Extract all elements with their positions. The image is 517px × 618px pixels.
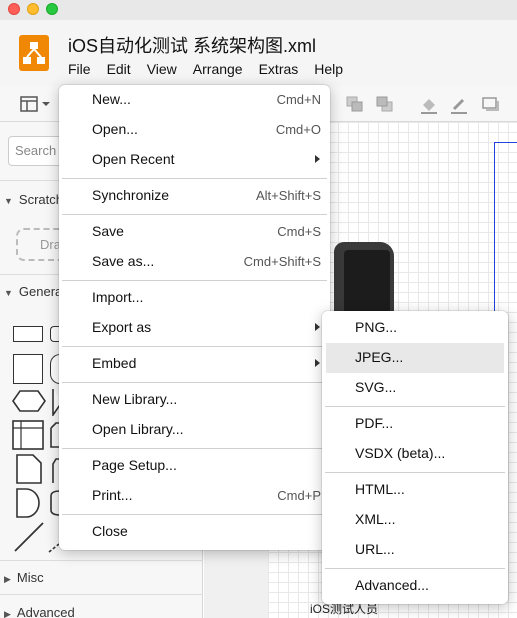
- submenu-arrow-icon: [315, 155, 320, 163]
- fill-color-icon[interactable]: [420, 96, 438, 117]
- menu-item-new-library[interactable]: New Library...: [59, 385, 330, 415]
- submenu-arrow-icon: [315, 359, 320, 367]
- menu-separator: [62, 280, 327, 281]
- menubar: File Edit View Arrange Extras Help: [68, 61, 359, 77]
- export-item-svg[interactable]: SVG...: [322, 373, 508, 403]
- menu-help[interactable]: Help: [314, 61, 343, 77]
- menu-separator: [325, 568, 505, 569]
- menu-extras[interactable]: Extras: [259, 61, 299, 77]
- menu-item-close[interactable]: Close: [59, 517, 330, 547]
- menu-separator: [62, 178, 327, 179]
- delay-shape[interactable]: [16, 488, 40, 521]
- section-advanced[interactable]: ▶ Advanced: [4, 605, 75, 618]
- window-titlebar: [0, 0, 517, 20]
- menu-item-save-as[interactable]: Save as... Cmd+Shift+S: [59, 247, 330, 277]
- submenu-arrow-icon: [315, 323, 320, 331]
- to-back-icon[interactable]: [376, 96, 394, 115]
- menu-item-embed[interactable]: Embed: [59, 349, 330, 379]
- menu-item-export-as[interactable]: Export as: [59, 313, 330, 343]
- section-misc[interactable]: ▶ Misc: [4, 570, 44, 585]
- export-item-vsdx[interactable]: VSDX (beta)...: [322, 439, 508, 469]
- menu-separator: [325, 406, 505, 407]
- file-menu: New... Cmd+N Open... Cmd+O Open Recent Syn…: [59, 85, 330, 550]
- to-front-icon[interactable]: [346, 96, 364, 115]
- menu-file[interactable]: File: [68, 61, 91, 77]
- line-color-icon[interactable]: [450, 96, 468, 117]
- menu-edit[interactable]: Edit: [107, 61, 131, 77]
- menu-separator: [62, 346, 327, 347]
- menu-item-open-library[interactable]: Open Library...: [59, 415, 330, 445]
- menu-item-page-setup[interactable]: Page Setup...: [59, 451, 330, 481]
- section-general[interactable]: ▼ General: [4, 284, 65, 299]
- menu-separator: [62, 448, 327, 449]
- line-shape[interactable]: [14, 522, 44, 555]
- minimize-window-button[interactable]: [27, 3, 39, 15]
- document-shape[interactable]: [16, 454, 42, 487]
- menu-item-save[interactable]: Save Cmd+S: [59, 217, 330, 247]
- export-item-advanced[interactable]: Advanced...: [322, 571, 508, 601]
- export-as-submenu: PNG... JPEG... SVG... PDF... VSDX (beta)…: [322, 311, 508, 604]
- menu-separator: [62, 514, 327, 515]
- app-header: iOS自动化测试 系统架构图.xml File Edit View Arrang…: [0, 20, 517, 86]
- menu-item-print[interactable]: Print... Cmd+P: [59, 481, 330, 511]
- divider: [0, 560, 203, 561]
- menu-separator: [62, 214, 327, 215]
- shadow-icon[interactable]: [482, 96, 500, 115]
- layout-panels-icon[interactable]: [20, 96, 50, 115]
- iphone-shape[interactable]: [334, 242, 394, 322]
- menu-view[interactable]: View: [147, 61, 177, 77]
- document-title[interactable]: iOS自动化测试 系统架构图.xml: [68, 32, 316, 58]
- hexagon-shape[interactable]: [12, 390, 46, 415]
- menu-item-new[interactable]: New... Cmd+N: [59, 85, 330, 115]
- export-item-pdf[interactable]: PDF...: [322, 409, 508, 439]
- export-item-xml[interactable]: XML...: [322, 505, 508, 535]
- rectangle-shape[interactable]: [13, 326, 43, 342]
- divider: [0, 594, 203, 595]
- drawio-logo-icon: [19, 35, 49, 71]
- close-window-button[interactable]: [8, 3, 20, 15]
- square-shape[interactable]: [13, 354, 43, 384]
- menu-item-import[interactable]: Import...: [59, 283, 330, 313]
- menu-separator: [325, 472, 505, 473]
- menu-item-open[interactable]: Open... Cmd+O: [59, 115, 330, 145]
- menu-arrange[interactable]: Arrange: [193, 61, 243, 77]
- container-shape[interactable]: [12, 420, 44, 453]
- export-item-url[interactable]: URL...: [322, 535, 508, 565]
- export-item-html[interactable]: HTML...: [322, 475, 508, 505]
- menu-item-open-recent[interactable]: Open Recent: [59, 145, 330, 175]
- menu-separator: [62, 382, 327, 383]
- menu-item-synchronize[interactable]: Synchronize Alt+Shift+S: [59, 181, 330, 211]
- export-item-jpeg[interactable]: JPEG...: [326, 343, 504, 373]
- zoom-window-button[interactable]: [46, 3, 58, 15]
- export-item-png[interactable]: PNG...: [322, 313, 508, 343]
